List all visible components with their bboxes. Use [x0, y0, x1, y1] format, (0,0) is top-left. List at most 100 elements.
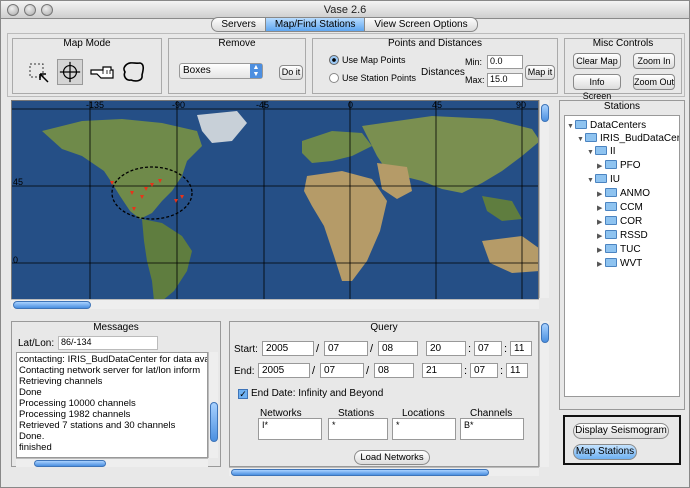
- clear-map-button[interactable]: Clear Map: [573, 53, 621, 69]
- tree-node-datacenters[interactable]: ▼ DataCenters: [567, 120, 646, 131]
- lon-label: -45: [256, 100, 270, 110]
- end-second-input[interactable]: 11: [506, 363, 528, 378]
- tree-node-station[interactable]: ▶ CCM: [597, 202, 643, 213]
- remove-group: Remove Boxes ▲ ▼ Do it: [168, 38, 306, 94]
- query-hscroll-thumb[interactable]: [231, 469, 489, 476]
- tree-node-station[interactable]: ▶ TUC: [597, 244, 641, 255]
- query-horizontal-scrollbar[interactable]: [229, 467, 539, 476]
- min-distance-input[interactable]: 0.0: [487, 55, 523, 69]
- tree-label: DataCenters: [590, 120, 647, 131]
- expanded-triangle-icon[interactable]: ▼: [587, 149, 595, 156]
- lasso-icon[interactable]: [121, 59, 147, 85]
- collapsed-triangle-icon[interactable]: ▶: [597, 162, 605, 170]
- tree-node-station[interactable]: ▶ WVT: [597, 258, 642, 269]
- message-line: Done.: [19, 431, 45, 442]
- tab-servers[interactable]: Servers: [211, 17, 266, 32]
- collapsed-triangle-icon[interactable]: ▶: [597, 190, 605, 198]
- map-vertical-scroll-thumb[interactable]: [541, 104, 549, 122]
- locations-input[interactable]: *: [392, 418, 456, 440]
- map-horizontal-scroll-thumb[interactable]: [13, 301, 91, 309]
- remove-type-select[interactable]: Boxes ▲ ▼: [179, 63, 263, 79]
- time-separator: :: [468, 343, 472, 355]
- end-minute-input[interactable]: 07: [470, 363, 498, 378]
- tree-label: COR: [620, 216, 643, 227]
- stations-tree: ▼ DataCenters ▼ IRIS_BudDataCer ▼ II ▶ PFO ▼…: [564, 115, 680, 397]
- end-hour-input[interactable]: 21: [422, 363, 462, 378]
- end-month-input[interactable]: 07: [320, 363, 364, 378]
- folder-icon: [605, 244, 617, 253]
- map-it-button[interactable]: Map it: [525, 65, 555, 80]
- end-year-input[interactable]: 2005: [258, 363, 310, 378]
- start-year-input[interactable]: 2005: [262, 341, 314, 356]
- folder-icon: [595, 174, 607, 183]
- select-box-icon[interactable]: [27, 61, 51, 85]
- message-line: contacting: IRIS_BudDataCenter for data …: [19, 354, 208, 365]
- start-month-input[interactable]: 07: [324, 341, 368, 356]
- world-map-image[interactable]: [12, 101, 539, 300]
- tree-node-station[interactable]: ▶ COR: [597, 216, 642, 227]
- collapsed-triangle-icon[interactable]: ▶: [597, 260, 605, 268]
- max-distance-input[interactable]: 15.0: [487, 73, 523, 87]
- zoom-in-button[interactable]: Zoom In: [633, 53, 675, 69]
- stations-input[interactable]: *: [328, 418, 388, 440]
- tree-node-station[interactable]: ▶ PFO: [597, 160, 641, 171]
- channels-input[interactable]: B*: [460, 418, 524, 440]
- expanded-triangle-icon[interactable]: ▼: [567, 123, 575, 130]
- close-window-icon[interactable]: [7, 4, 19, 16]
- networks-input[interactable]: I*: [258, 418, 322, 440]
- load-networks-button[interactable]: Load Networks: [354, 450, 430, 465]
- collapsed-triangle-icon[interactable]: ▶: [597, 204, 605, 212]
- messages-hscroll-thumb[interactable]: [34, 460, 106, 467]
- expanded-triangle-icon[interactable]: ▼: [577, 136, 585, 143]
- tree-label: PFO: [620, 160, 641, 171]
- lon-label: 0: [348, 100, 354, 110]
- start-hour-input[interactable]: 20: [426, 341, 466, 356]
- remove-type-value: Boxes: [183, 65, 211, 76]
- tree-label: CCM: [620, 202, 643, 213]
- end-day-input[interactable]: 08: [374, 363, 414, 378]
- minimize-window-icon[interactable]: [24, 4, 36, 16]
- folder-icon: [575, 120, 587, 129]
- tree-node-station[interactable]: ▶ ANMO: [597, 188, 650, 199]
- map-vertical-scrollbar[interactable]: [539, 100, 549, 298]
- start-minute-input[interactable]: 07: [474, 341, 502, 356]
- window-title: Vase 2.6: [323, 4, 367, 16]
- world-map[interactable]: -135 -90 -45 0 45 90 45 0: [11, 100, 539, 300]
- lon-label: -135: [86, 100, 105, 110]
- end-date-infinity-checkbox[interactable]: ✓ End Date: Infinity and Beyond: [238, 388, 383, 399]
- query-vertical-scrollbar[interactable]: [539, 321, 549, 467]
- remove-do-it-button[interactable]: Do it: [279, 65, 303, 80]
- tree-node-station[interactable]: ▶ RSSD: [597, 230, 648, 241]
- expanded-triangle-icon[interactable]: ▼: [587, 177, 595, 184]
- crosshair-icon[interactable]: [57, 59, 83, 85]
- query-title: Query: [370, 322, 398, 333]
- radio-unselected-icon: [329, 73, 339, 83]
- date-separator: /: [312, 365, 316, 377]
- use-station-points-radio[interactable]: Use Station Points: [329, 73, 416, 83]
- collapsed-triangle-icon[interactable]: ▶: [597, 246, 605, 254]
- start-day-input[interactable]: 08: [378, 341, 418, 356]
- tab-view-screen-options[interactable]: View Screen Options: [364, 17, 478, 32]
- info-screen-button[interactable]: Info Screen: [573, 74, 621, 101]
- query-scroll-thumb[interactable]: [541, 323, 549, 343]
- message-line: Retrieving channels: [19, 376, 103, 387]
- zoom-out-button[interactable]: Zoom Out: [633, 74, 675, 90]
- zoom-window-icon[interactable]: [41, 4, 53, 16]
- app-window: Vase 2.6 Servers Map/Find Stations View …: [0, 0, 690, 488]
- messages-vertical-scrollbar[interactable]: [208, 352, 218, 458]
- display-seismogram-button[interactable]: Display Seismogram: [573, 423, 669, 439]
- map-stations-button[interactable]: Map Stations: [573, 444, 637, 460]
- window-controls: [7, 4, 53, 16]
- start-second-input[interactable]: 11: [510, 341, 532, 356]
- collapsed-triangle-icon[interactable]: ▶: [597, 232, 605, 240]
- tab-map-find-stations[interactable]: Map/Find Stations: [264, 17, 366, 32]
- tree-node-network-ii[interactable]: ▼ II: [587, 146, 616, 157]
- tree-node-network-iu[interactable]: ▼ IU: [587, 174, 620, 185]
- tree-node-data-center[interactable]: ▼ IRIS_BudDataCer: [577, 133, 679, 144]
- messages-horizontal-scrollbar[interactable]: [16, 458, 208, 467]
- map-horizontal-scrollbar[interactable]: [11, 299, 539, 309]
- collapsed-triangle-icon[interactable]: ▶: [597, 218, 605, 226]
- pointing-hand-icon[interactable]: [89, 61, 115, 83]
- use-map-points-radio[interactable]: Use Map Points: [329, 55, 406, 65]
- messages-scroll-thumb[interactable]: [210, 402, 218, 442]
